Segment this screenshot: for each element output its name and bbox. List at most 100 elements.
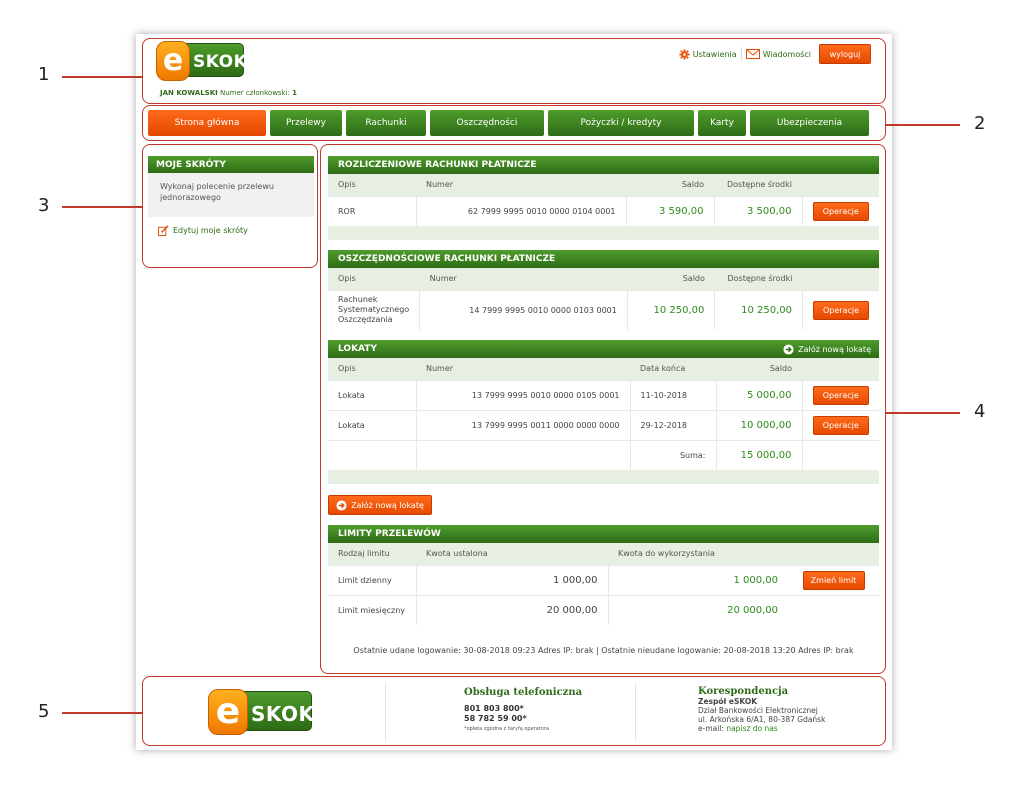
logo-letter: e [208, 689, 248, 735]
callout-2: 2 [974, 113, 986, 134]
footer-logo-col: e SKOK [150, 683, 386, 741]
col-dostepne: Dostępne środki [714, 268, 803, 290]
deposits-title: LOKATY Załóż nową lokatę [328, 340, 879, 358]
logout-button[interactable]: wyloguj [819, 44, 871, 64]
col-actions [802, 358, 879, 380]
mail-dept: Dział Bankowości Elektronicznej [698, 706, 818, 715]
operations-button[interactable]: Operacje [812, 385, 869, 405]
messages-label: Wiadomości [762, 49, 811, 59]
col-dostepna: Kwota do wykorzystania [608, 543, 788, 565]
row-action-cell: Operacje [801, 379, 879, 410]
logo-text: SKOK [251, 702, 315, 726]
deposits: LOKATY Załóż nową lokatę Opis Numer Data… [328, 340, 879, 525]
row-saldo: 3 590,00 [625, 195, 714, 226]
settings-link[interactable]: Ustawienia [675, 48, 741, 60]
edit-icon [158, 225, 169, 236]
row-action-cell: Operacje [802, 289, 879, 330]
member-number: 1 [292, 89, 298, 97]
settlement-title: ROZLICZENIOWE RACHUNKI PŁATNICZE [328, 156, 879, 174]
callout-1: 1 [38, 64, 50, 85]
col-numer: Numer [416, 174, 626, 196]
new-deposit-button[interactable]: Załóż nową lokatę [328, 495, 432, 515]
row-opis: Rachunek Systematycznego Oszczędzania [328, 289, 420, 330]
last-login-info: Ostatnie udane logowanie: 30-08-2018 09:… [353, 646, 854, 655]
col-opis: Opis [328, 174, 416, 196]
operations-button[interactable]: Operacje [812, 415, 869, 435]
user-info: JAN KOWALSKI Numer członkowski: 1 [160, 89, 297, 97]
shortcut-transfer[interactable]: Wykonaj polecenie przelewu jednorazowego [148, 173, 314, 217]
sum-row: Suma: 15 000,00 [328, 439, 879, 470]
footer-phone: Obsługa telefoniczna 801 803 800* 58 782… [386, 683, 636, 741]
phone-number-2: 58 782 59 00* [464, 714, 527, 723]
row-dostepna: 20 000,00 [607, 594, 788, 625]
row-numer: 13 7999 9995 0010 0000 0105 0001 [415, 379, 630, 410]
operations-button[interactable]: Operacje [812, 201, 869, 221]
row-saldo: 10 250,00 [626, 289, 715, 330]
callout-5: 5 [38, 701, 50, 722]
gear-icon [679, 48, 690, 60]
mail-team: Zespół eSKOK [698, 697, 758, 706]
new-deposit-label: Załóż nową lokatę [351, 500, 424, 510]
table-footer [328, 226, 879, 240]
main-nav: Strona główna Przelewy Rachunki Oszczędnośc… [148, 110, 877, 136]
new-deposit-link[interactable]: Załóż nową lokatę [783, 343, 871, 355]
callout-line-2 [886, 124, 960, 126]
table-row: ROR 62 7999 9995 0010 0000 0104 0001 3 5… [328, 195, 879, 226]
row-data: 11-10-2018 [629, 379, 716, 410]
shortcuts-title: MOJE SKRÓTY [148, 156, 314, 173]
sum-label: Suma: [629, 439, 716, 470]
contact-link[interactable]: napisz do nas [726, 724, 777, 733]
col-data: Data końca [630, 358, 716, 380]
savings-table: Opis Numer Saldo Dostępne środki Rachune… [328, 268, 879, 330]
callout-line-4 [886, 412, 960, 414]
nav-tab-3[interactable]: Oszczędności [430, 110, 544, 136]
main-content: ROZLICZENIOWE RACHUNKI PŁATNICZE Opis Nu… [328, 156, 879, 625]
callout-line-1 [62, 76, 142, 78]
nav-tab-2[interactable]: Rachunki [346, 110, 426, 136]
settings-label: Ustawienia [692, 49, 737, 59]
col-saldo: Saldo [627, 268, 715, 290]
col-numer: Numer [416, 358, 630, 380]
table-row: Rachunek Systematycznego Oszczędzania 14… [328, 289, 879, 330]
callout-line-3 [62, 206, 142, 208]
eskok-logo[interactable]: e SKOK [156, 41, 247, 81]
transfer-limits: LIMITY PRZELEWÓW Rodzaj limitu Kwota ust… [328, 525, 879, 625]
mail-email-label: e-mail: [698, 724, 724, 733]
col-rodzaj: Rodzaj limitu [328, 543, 416, 565]
row-opis: ROR [328, 195, 416, 226]
nav-tab-5[interactable]: Karty [698, 110, 746, 136]
user-name: JAN KOWALSKI [160, 89, 218, 97]
nav-tab-1[interactable]: Przelewy [270, 110, 342, 136]
row-dostepne: 3 500,00 [713, 195, 802, 226]
mail-title: Korespondencja [698, 686, 789, 697]
table-row: Limit miesięczny 20 000,00 20 000,00 [328, 594, 879, 625]
row-numer: 62 7999 9995 0010 0000 0104 0001 [415, 195, 626, 226]
table-row: Lokata 13 7999 9995 0011 0000 0000 0000 … [328, 409, 879, 440]
col-numer: Numer [419, 268, 628, 290]
nav-tab-6[interactable]: Ubezpieczenia [750, 110, 869, 136]
col-actions [802, 174, 879, 196]
row-ustalona: 20 000,00 [415, 594, 608, 625]
row-dostepne: 10 250,00 [714, 289, 803, 330]
nav-tab-0[interactable]: Strona główna [148, 110, 266, 136]
phone-number-1: 801 803 800* [464, 704, 524, 713]
savings-accounts: OSZCZĘDNOŚCIOWE RACHUNKI PŁATNICZE Opis … [328, 250, 879, 330]
top-links: Ustawienia Wiadomości wyloguj [675, 44, 871, 64]
deposits-table: Opis Numer Data końca Saldo Lokata 13 79… [328, 358, 879, 470]
change-limit-button[interactable]: Zmień limit [802, 570, 865, 590]
row-saldo: 10 000,00 [715, 409, 802, 440]
row-rodzaj: Limit dzienny [328, 564, 416, 595]
row-rodzaj: Limit miesięczny [328, 594, 416, 625]
mail-address: ul. Arkońska 6/A1, 80-387 Gdańsk [698, 715, 826, 724]
row-action-cell: Operacje [801, 409, 879, 440]
nav-tab-4[interactable]: Pożyczki / kredyty [548, 110, 694, 136]
row-action-cell: Zmień limit [788, 564, 879, 595]
edit-shortcuts-link[interactable]: Edytuj moje skróty [148, 217, 314, 244]
callout-3: 3 [38, 195, 50, 216]
messages-link[interactable]: Wiadomości [742, 49, 815, 59]
operations-button[interactable]: Operacje [813, 300, 869, 320]
edit-shortcuts-label: Edytuj moje skróty [173, 226, 248, 235]
col-ustalona: Kwota ustalona [416, 543, 608, 565]
settlement-table: Opis Numer Saldo Dostępne środki ROR 62 … [328, 174, 879, 226]
col-opis: Opis [328, 358, 416, 380]
